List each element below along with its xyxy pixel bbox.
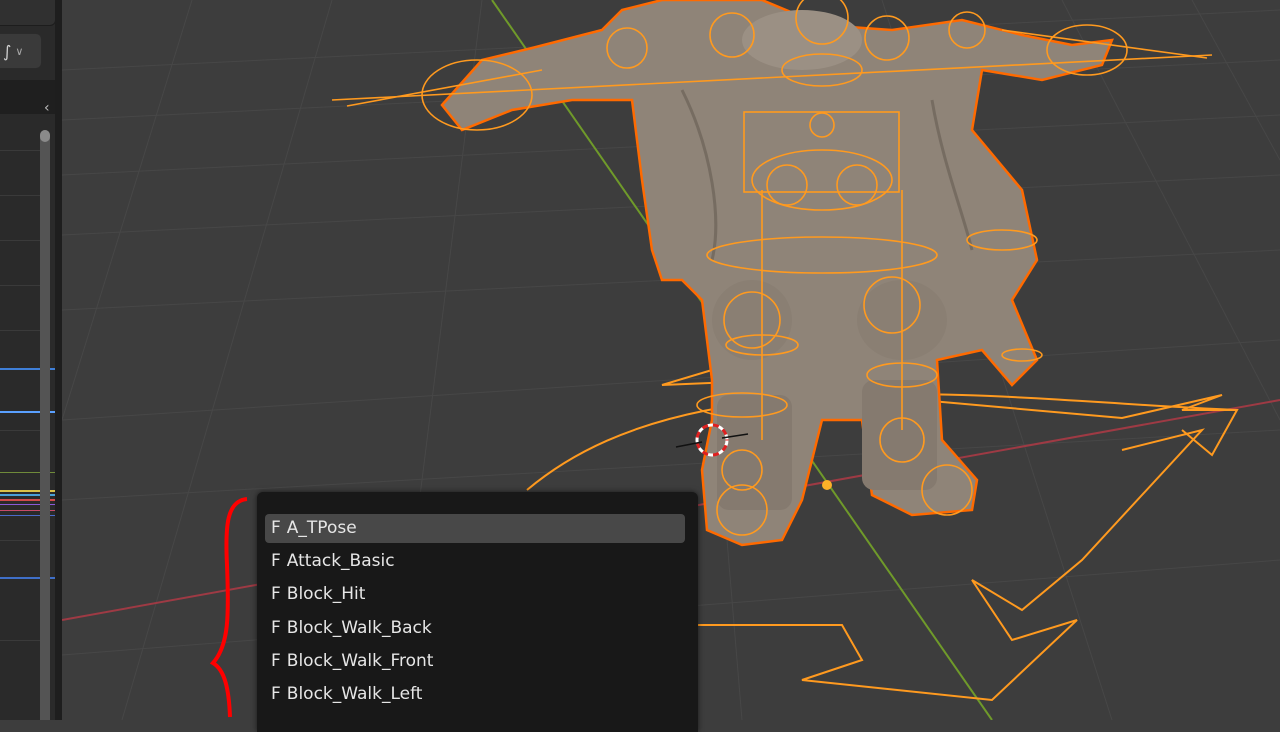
fcurve-icon: ∫: [3, 41, 12, 61]
scrollbar-handle[interactable]: [40, 130, 50, 142]
editor-subheader: [0, 80, 62, 114]
action-item-block-walk-left[interactable]: F Block_Walk_Left: [265, 680, 685, 709]
graph-editor-panel: ∫ ∨ ‹: [0, 0, 62, 720]
action-item-block-hit[interactable]: F Block_Hit: [265, 580, 685, 609]
origin-point[interactable]: [822, 480, 832, 490]
action-item-attack-basic[interactable]: F Attack_Basic: [265, 547, 685, 576]
chevron-down-icon: ∨: [15, 44, 24, 58]
character-mesh[interactable]: [440, 0, 1114, 547]
collapse-sidebar-icon[interactable]: ‹: [44, 100, 50, 116]
interpolation-dropdown[interactable]: ∫ ∨: [0, 33, 42, 69]
action-label: Attack_Basic: [286, 551, 395, 571]
red-annotation-brace: [209, 497, 248, 718]
action-label: Block_Hit: [286, 584, 366, 604]
action-label: A_TPose: [286, 518, 357, 538]
action-item-block-walk-back[interactable]: F Block_Walk_Back: [265, 614, 685, 643]
editor-header-button[interactable]: [0, 0, 56, 26]
action-label: Block_Walk_Left: [286, 684, 423, 704]
vertical-scrollbar[interactable]: [40, 130, 50, 720]
action-label: Block_Walk_Front: [286, 651, 434, 671]
area-divider[interactable]: [55, 0, 62, 720]
action-item-block-walk-front[interactable]: F Block_Walk_Front: [265, 647, 685, 676]
action-item-a-tpose[interactable]: F A_TPose: [265, 514, 685, 543]
action-label: Block_Walk_Back: [286, 618, 432, 638]
action-dropdown-menu: F A_TPose F Attack_Basic F Block_Hit F Block…: [257, 492, 698, 732]
